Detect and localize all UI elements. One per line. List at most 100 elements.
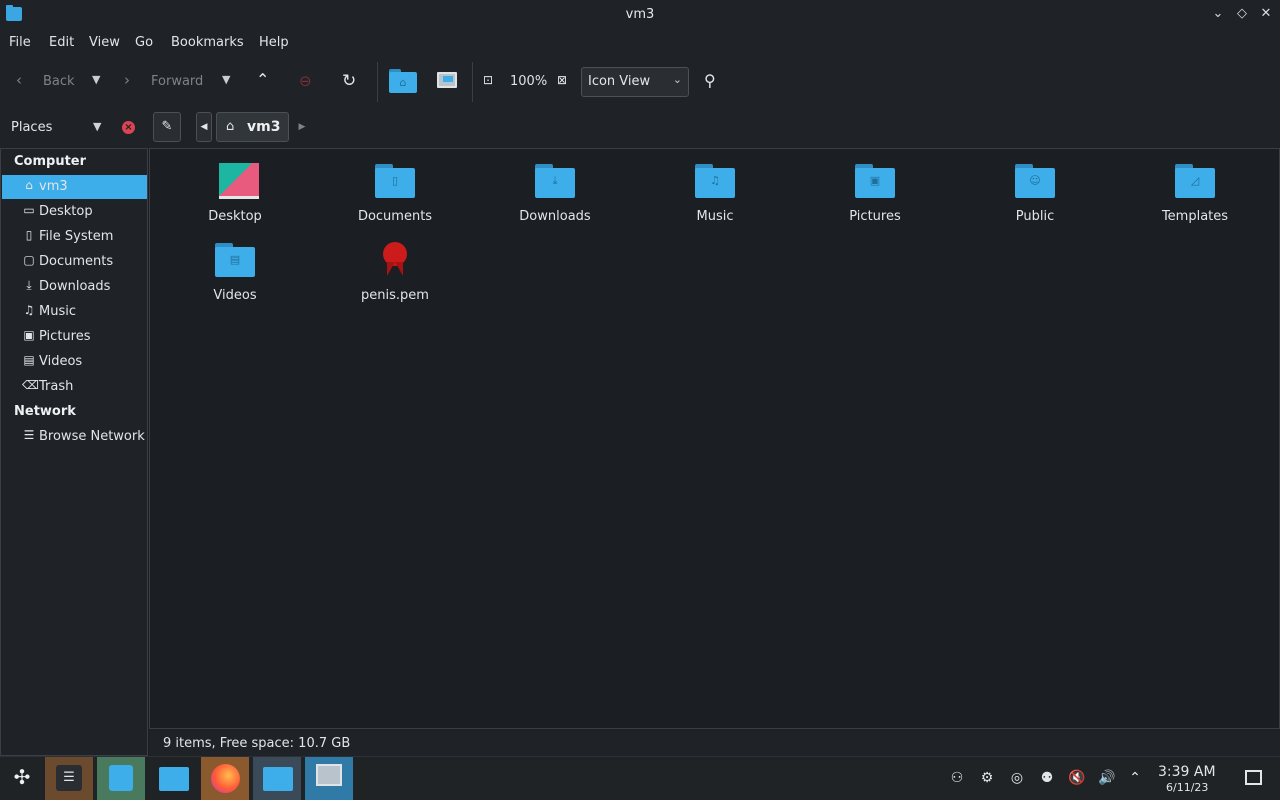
sidebar-item-label: Downloads [39, 279, 111, 294]
status-bar: 9 items, Free space: 10.7 GB [149, 730, 1280, 756]
breadcrumb-scroll-right[interactable]: ▶ [294, 112, 310, 142]
back-button[interactable]: Back [43, 74, 75, 89]
sidebar-mode-dropdown[interactable]: ▼ [93, 120, 101, 133]
sidebar-item-label: Pictures [39, 329, 91, 344]
menu-bookmarks[interactable]: Bookmarks [171, 35, 244, 50]
file-item-downloads[interactable]: ⤓ Downloads [475, 149, 635, 227]
application-launcher-icon[interactable]: ✣ [8, 765, 36, 793]
clock-time[interactable]: 3:39 AM [1158, 764, 1216, 780]
forward-button[interactable]: Forward [151, 74, 203, 89]
menu-file[interactable]: File [9, 35, 31, 50]
task-active-window[interactable] [305, 757, 353, 800]
up-icon[interactable]: ⌃ [256, 70, 269, 89]
task-firefox[interactable] [201, 757, 249, 800]
menu-view[interactable]: View [89, 35, 120, 50]
file-item-videos[interactable]: ▤ Videos [155, 228, 315, 306]
forward-history-dropdown[interactable]: ▼ [222, 73, 230, 86]
zoom-original-icon[interactable]: ⊠ [557, 73, 567, 87]
forward-arrow-icon[interactable]: › [124, 71, 130, 89]
chevron-up-icon[interactable]: ⌃ [1125, 770, 1145, 786]
toolbar-separator [472, 62, 473, 102]
status-text: 9 items, Free space: 10.7 GB [163, 736, 351, 751]
sidebar-section-computer[interactable]: Computer [14, 154, 86, 169]
file-item-documents[interactable]: ▯ Documents [315, 149, 475, 227]
file-item-pem[interactable]: penis.pem [315, 228, 475, 306]
file-label: Desktop [208, 209, 262, 224]
file-label: Downloads [519, 209, 591, 224]
sidebar-item-documents[interactable]: ▢ Documents [2, 250, 147, 274]
stop-icon[interactable]: ⊖ [299, 72, 312, 90]
menu-help[interactable]: Help [259, 35, 289, 50]
task-dolphin[interactable] [149, 757, 197, 800]
user-icon[interactable]: ⚇ [947, 770, 967, 786]
download-icon: ⤓ [26, 278, 32, 292]
minimize-button[interactable]: ⌄ [1209, 5, 1227, 23]
maximize-button[interactable]: ◇ [1233, 5, 1251, 23]
sidebar-mode-label[interactable]: Places [11, 120, 52, 135]
breadcrumb-current: vm3 [247, 119, 281, 135]
mute-icon[interactable]: 🔇 [1067, 770, 1087, 786]
video-icon: ▤ [23, 353, 35, 367]
show-desktop-icon[interactable] [1245, 770, 1262, 785]
sidebar-item-videos[interactable]: ▤ Videos [2, 350, 147, 374]
task-discover[interactable] [97, 757, 145, 800]
breadcrumb-scroll-left[interactable]: ◀ [196, 112, 212, 142]
home-folder-icon[interactable]: ⌂ [389, 69, 417, 93]
menu-edit[interactable]: Edit [49, 35, 74, 50]
back-arrow-icon[interactable]: ‹ [16, 71, 22, 89]
folder-icon [159, 767, 189, 791]
search-icon[interactable]: ⚲ [704, 71, 716, 90]
view-mode-select[interactable]: Icon View ⌄ [581, 67, 689, 97]
sidebar-item-label: Browse Network [39, 429, 145, 444]
breadcrumb[interactable]: ⌂ vm3 [216, 112, 289, 142]
chevron-down-icon: ⌄ [672, 73, 682, 86]
file-item-public[interactable]: ☺ Public [955, 149, 1115, 227]
task-file-manager[interactable] [253, 757, 301, 800]
file-item-pictures[interactable]: ▣ Pictures [795, 149, 955, 227]
sidebar-item-file-system[interactable]: ▯ File System [2, 225, 147, 249]
sidebar-item-music[interactable]: ♫ Music [2, 300, 147, 324]
view-mode-value: Icon View [588, 74, 651, 89]
home-icon: ⌂ [25, 178, 33, 192]
sidebar-item-trash[interactable]: ⌫ Trash [2, 375, 147, 399]
kde-connect-icon[interactable]: ⚙ [977, 770, 997, 786]
computer-icon[interactable] [437, 72, 457, 88]
file-item-templates[interactable]: ◿ Templates [1115, 149, 1275, 227]
drive-icon: ▯ [25, 228, 33, 242]
users-icon[interactable]: ⚉ [1037, 770, 1057, 786]
file-label: Public [1015, 209, 1055, 224]
desktop-icon: ▭ [23, 203, 35, 217]
store-icon [109, 765, 133, 791]
edit-path-button[interactable]: ✎ [153, 112, 181, 142]
settings-icon: ☰ [56, 765, 82, 791]
sidebar-item-pictures[interactable]: ▣ Pictures [2, 325, 147, 349]
network-icon: ☰ [23, 428, 35, 442]
menu-go[interactable]: Go [135, 35, 153, 50]
sidebar-section-network[interactable]: Network [14, 404, 76, 419]
sidebar-item-desktop[interactable]: ▭ Desktop [2, 200, 147, 224]
sidebar-item-downloads[interactable]: ⤓ Downloads [2, 275, 147, 299]
volume-icon[interactable]: 🔊 [1097, 770, 1117, 786]
sidebar-item-label: vm3 [39, 179, 68, 194]
clipboard-icon[interactable]: ◎ [1007, 770, 1027, 786]
file-label: Pictures [849, 209, 901, 224]
reload-icon[interactable]: ↻ [342, 71, 356, 91]
file-item-music[interactable]: ♫ Music [635, 149, 795, 227]
clock-date[interactable]: 6/11/23 [1166, 781, 1208, 794]
toolbar-separator [377, 62, 378, 102]
file-view[interactable]: Desktop ▯ Documents ⤓ Downloads ♫ Music … [149, 148, 1280, 729]
home-icon: ⌂ [226, 119, 235, 134]
close-sidebar-icon[interactable]: × [122, 121, 135, 134]
sidebar-item-browse-network[interactable]: ☰ Browse Network [2, 425, 147, 449]
firefox-icon [211, 764, 240, 793]
zoom-fit-icon[interactable]: ⊡ [483, 73, 493, 87]
back-history-dropdown[interactable]: ▼ [92, 73, 100, 86]
sidebar-item-vm3[interactable]: ⌂ vm3 [2, 175, 147, 199]
documents-folder-icon: ▯ [375, 164, 415, 198]
file-item-desktop[interactable]: Desktop [155, 149, 315, 227]
sidebar-item-label: Videos [39, 354, 83, 369]
sidebar-item-label: Desktop [39, 204, 93, 219]
close-button[interactable]: ✕ [1257, 5, 1275, 23]
file-label: Music [696, 209, 734, 224]
task-settings[interactable]: ☰ [45, 757, 93, 800]
